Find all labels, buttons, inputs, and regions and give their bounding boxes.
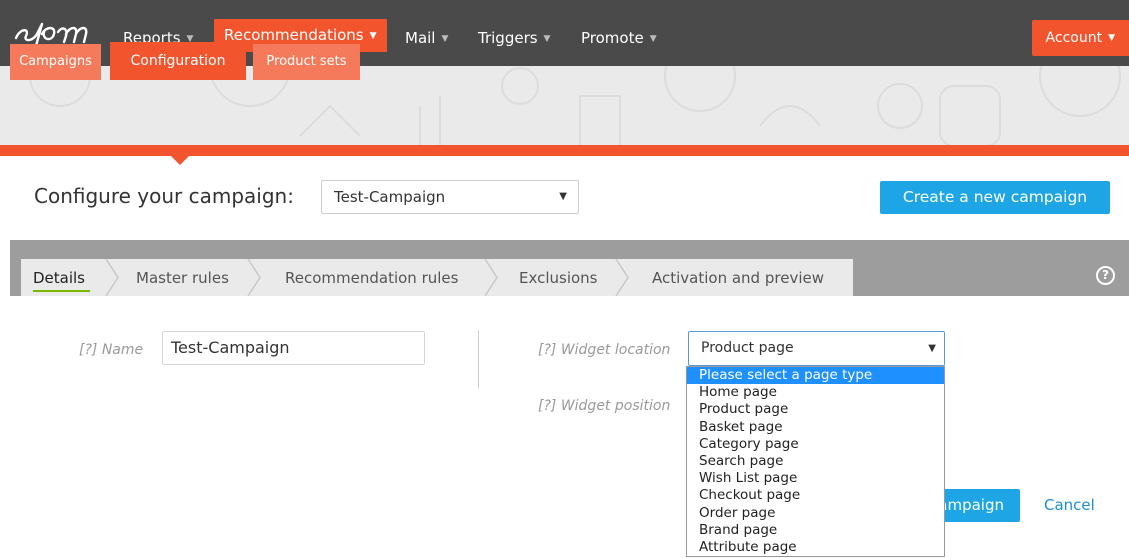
account-menu[interactable]: Account ▼ <box>1031 20 1129 56</box>
step-master-rules[interactable]: Master rules <box>136 269 229 287</box>
widget-location-label: [?] Widget location <box>538 342 671 358</box>
step-details[interactable]: Details <box>33 269 85 287</box>
tab-configuration[interactable]: Configuration <box>110 42 246 80</box>
tab-underline <box>0 145 1129 156</box>
campaign-select-value: Test-Campaign <box>334 188 446 206</box>
chevron-down-icon: ▼ <box>928 343 936 354</box>
widget-location-dropdown: Please select a page type Home page Prod… <box>686 366 945 557</box>
dropdown-option[interactable]: Order page <box>687 505 944 522</box>
dropdown-option[interactable]: Brand page <box>687 522 944 539</box>
step-separator-icon <box>615 259 629 296</box>
campaign-select[interactable]: Test-Campaign ▼ <box>321 180 579 214</box>
nav-mail[interactable]: Mail ▼ <box>405 22 448 54</box>
dropdown-option[interactable]: Product page <box>687 401 944 418</box>
chevron-down-icon: ▼ <box>559 191 567 202</box>
tab-campaigns[interactable]: Campaigns <box>10 44 101 80</box>
nav-triggers[interactable]: Triggers ▼ <box>478 22 550 54</box>
dropdown-option[interactable]: Home page <box>687 384 944 401</box>
dropdown-option[interactable]: Checkout page <box>687 487 944 504</box>
active-step-underline <box>33 290 90 292</box>
help-icon[interactable]: ? <box>1096 266 1115 285</box>
chevron-down-icon: ▼ <box>543 34 551 44</box>
tab-product-sets[interactable]: Product sets <box>253 44 360 80</box>
hint-marker[interactable]: [?] <box>538 342 556 358</box>
hint-marker[interactable]: [?] <box>538 398 556 414</box>
step-separator-icon <box>105 259 119 296</box>
configure-label: Configure your campaign: <box>34 184 294 208</box>
dropdown-option[interactable]: Attribute page <box>687 539 944 556</box>
step-recommendation-rules[interactable]: Recommendation rules <box>285 269 458 287</box>
dropdown-option[interactable]: Search page <box>687 453 944 470</box>
chevron-down-icon: ▼ <box>369 31 377 41</box>
step-separator-icon <box>484 259 498 296</box>
widget-location-select[interactable]: Product page ▼ <box>688 331 945 366</box>
hint-marker[interactable]: [?] <box>79 342 97 358</box>
active-tab-pointer <box>171 156 189 165</box>
chevron-down-icon: ▼ <box>1108 33 1115 43</box>
column-divider <box>478 330 479 388</box>
cancel-link[interactable]: Cancel <box>1044 496 1095 514</box>
widget-position-label: [?] Widget position <box>538 398 671 414</box>
step-exclusions[interactable]: Exclusions <box>519 269 598 287</box>
step-activation-and-preview[interactable]: Activation and preview <box>652 269 824 287</box>
nav-promote[interactable]: Promote ▼ <box>581 22 657 54</box>
dropdown-option[interactable]: Please select a page type <box>687 367 944 385</box>
chevron-down-icon: ▼ <box>649 34 657 44</box>
dropdown-option[interactable]: Basket page <box>687 419 944 436</box>
dropdown-option[interactable]: Category page <box>687 436 944 453</box>
chevron-down-icon: ▼ <box>441 34 449 44</box>
create-campaign-button[interactable]: Create a new campaign <box>880 181 1110 214</box>
step-separator-icon <box>247 259 261 296</box>
name-input[interactable]: Test-Campaign <box>162 331 425 365</box>
widget-location-value: Product page <box>701 340 794 356</box>
name-label: [?] Name <box>79 342 144 358</box>
dropdown-option[interactable]: Wish List page <box>687 470 944 487</box>
